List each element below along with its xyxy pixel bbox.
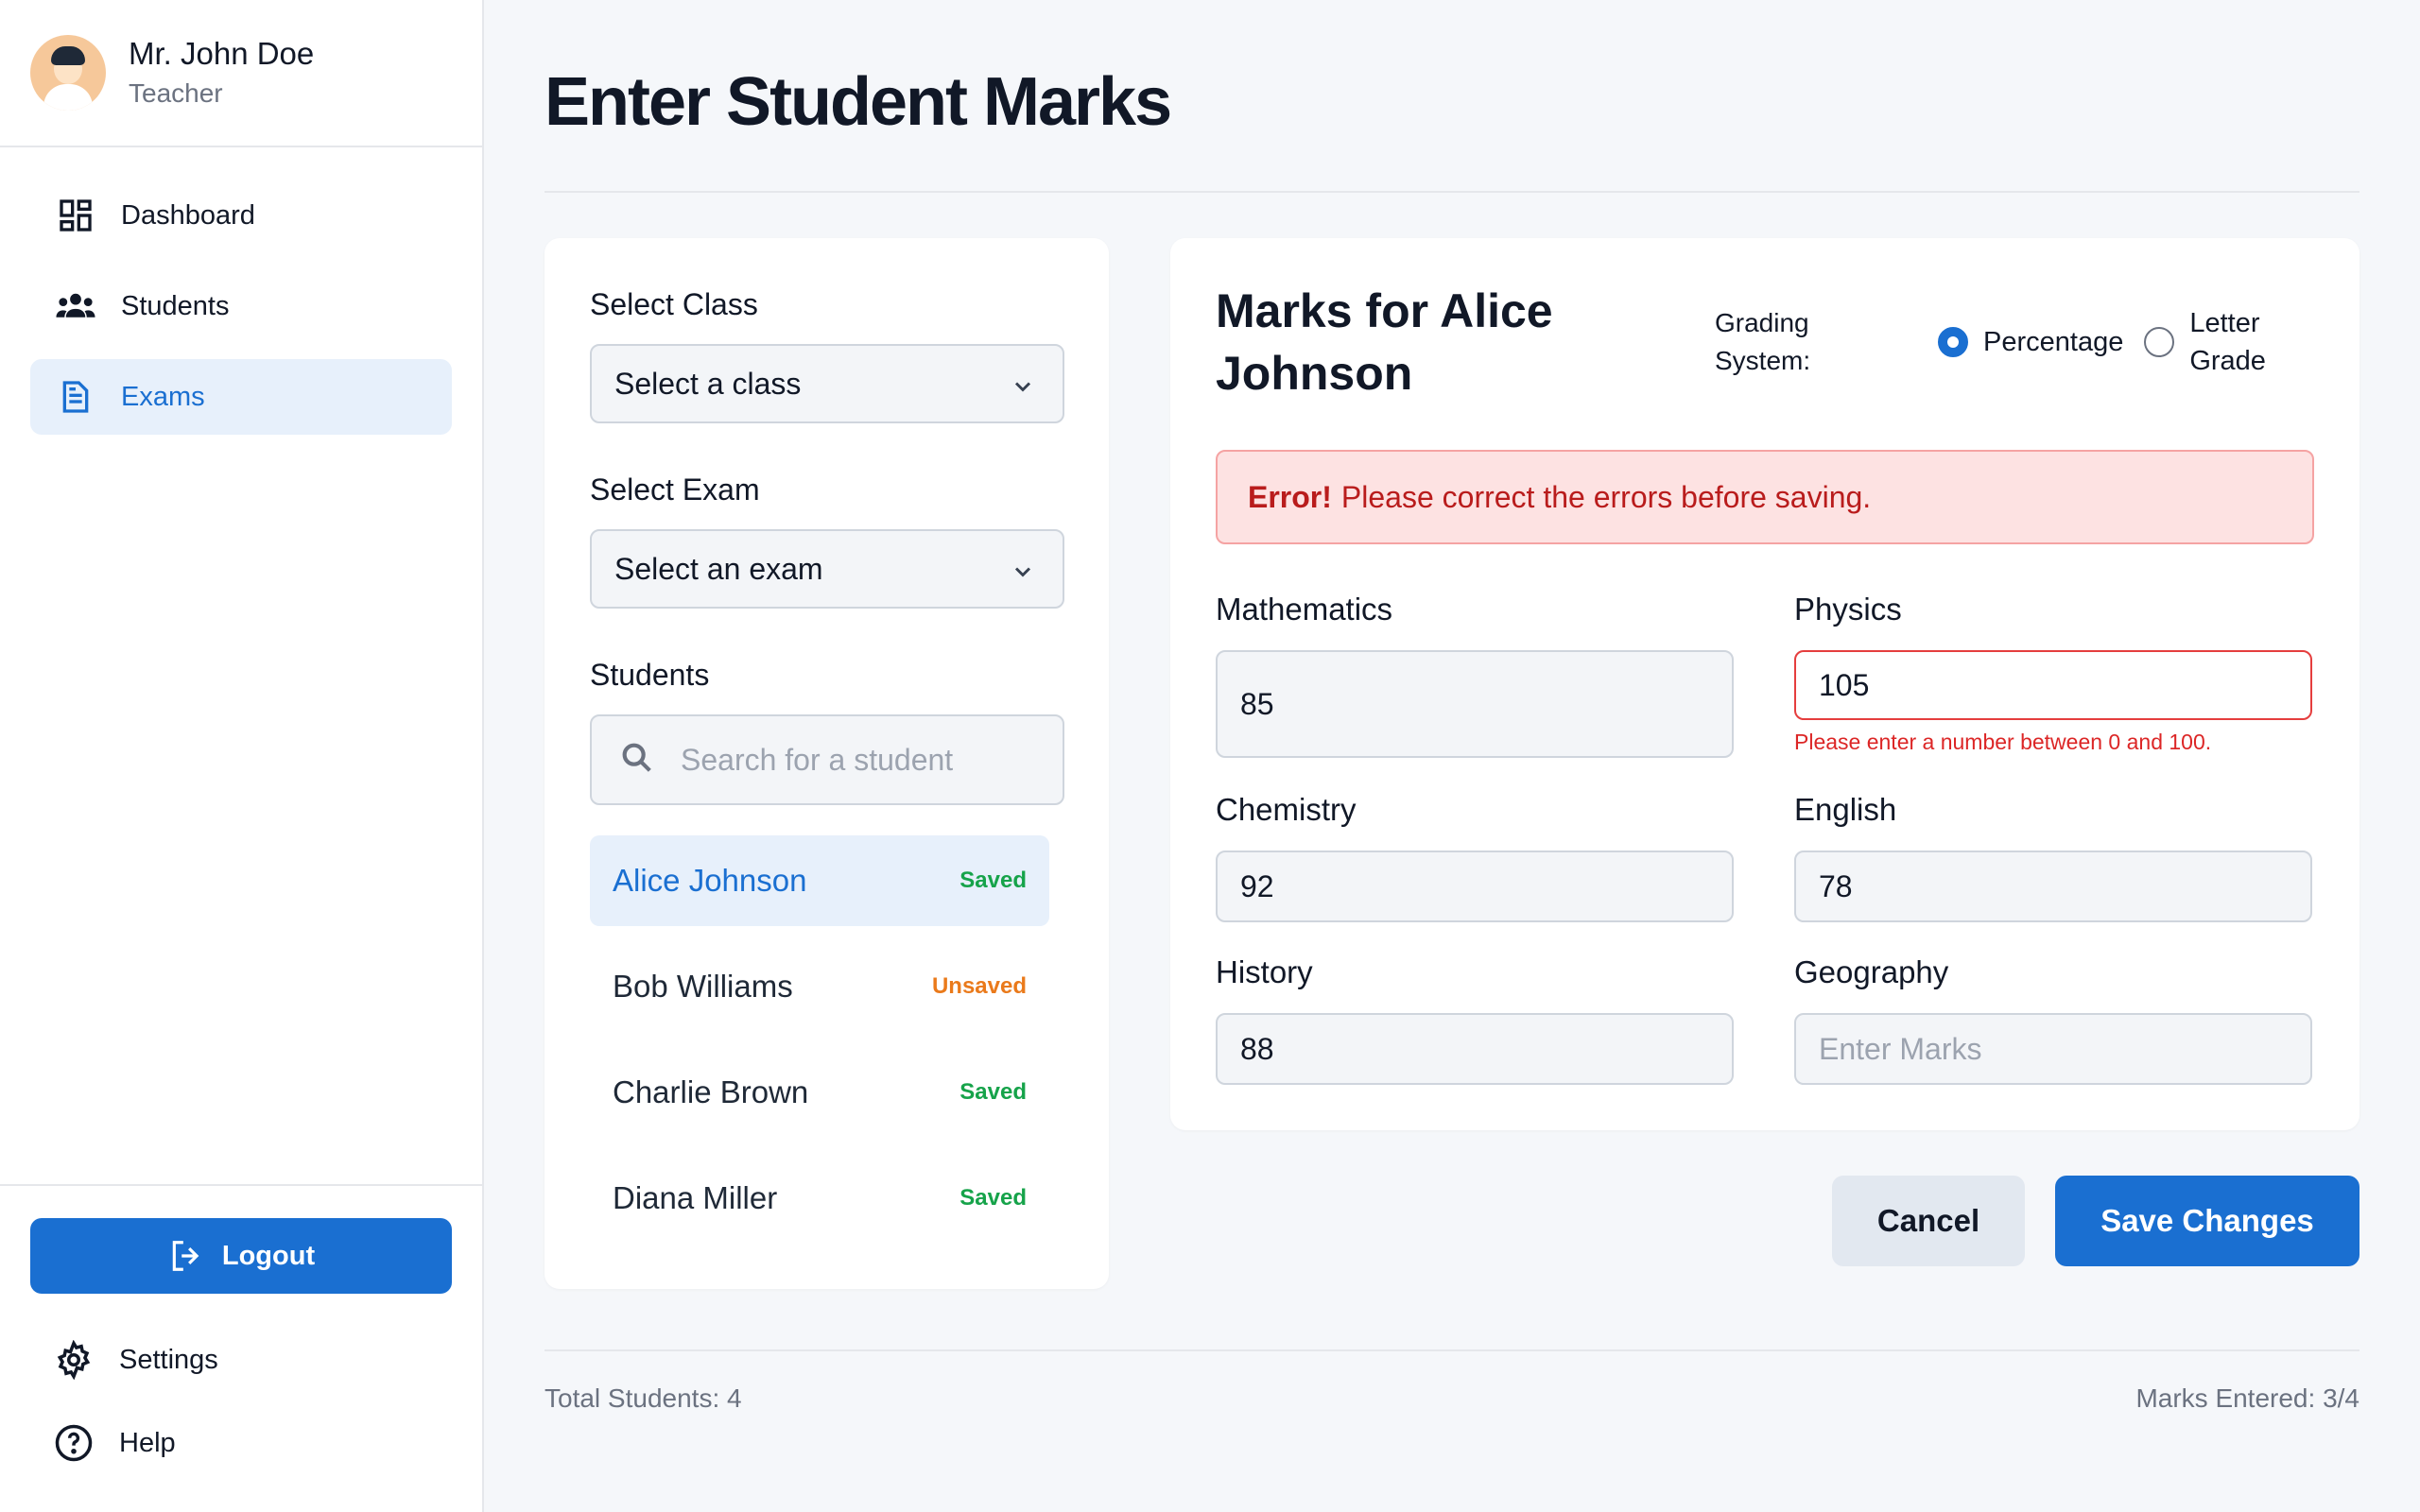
student-row-bob-williams[interactable]: Bob Williams Unsaved [590, 941, 1049, 1032]
class-select-value: Select a class [614, 366, 802, 401]
history-input[interactable] [1216, 1013, 1734, 1085]
students-icon [55, 285, 96, 327]
error-message: Please correct the errors before saving. [1340, 479, 1872, 514]
logout-label: Logout [221, 1240, 316, 1271]
physics-input[interactable] [1794, 650, 2312, 720]
student-row-alice-johnson[interactable]: Alice Johnson Saved [590, 835, 1049, 926]
nav-item-dashboard[interactable]: Dashboard [30, 178, 452, 253]
physics-error-message: Please enter a number between 0 and 100. [1794, 730, 2212, 754]
chevron-down-icon [1010, 558, 1036, 593]
student-list: Alice Johnson Saved Bob Williams Unsaved… [590, 835, 1049, 1259]
total-students-count: Total Students: 4 [544, 1383, 742, 1413]
title-divider [544, 191, 2360, 193]
student-search [590, 714, 1064, 805]
nav-label-students: Students [121, 290, 230, 321]
page-title: Enter Student Marks [544, 64, 1172, 140]
gear-icon [53, 1339, 95, 1381]
settings-label: Settings [119, 1344, 218, 1375]
user-role: Teacher [129, 78, 223, 108]
sidebar: Mr. John Doe Teacher Dashboard Students … [0, 0, 484, 1512]
search-input[interactable] [681, 742, 1059, 778]
search-icon [618, 739, 656, 782]
nav-item-students[interactable]: Students [30, 268, 452, 344]
cancel-button[interactable]: Cancel [1832, 1176, 2025, 1266]
document-icon [55, 376, 96, 418]
student-name: Alice Johnson [613, 863, 807, 898]
error-alert: Error! Please correct the errors before … [1216, 450, 2314, 544]
english-label: English [1794, 792, 1897, 827]
student-name: Bob Williams [613, 969, 793, 1004]
logout-icon [167, 1237, 205, 1275]
status-badge: Saved [959, 868, 1027, 893]
select-exam-label: Select Exam [590, 472, 760, 507]
student-row-charlie-brown[interactable]: Charlie Brown Saved [590, 1047, 1049, 1138]
select-class-label: Select Class [590, 287, 758, 321]
grading-system-label: Grading System: [1715, 304, 1857, 380]
chemistry-input[interactable] [1216, 850, 1734, 922]
class-select[interactable]: Select a class [590, 344, 1064, 423]
logout-button[interactable]: Logout [30, 1218, 452, 1294]
help-label: Help [119, 1427, 176, 1458]
sidebar-bottom: Logout Settings Help [0, 1184, 482, 1481]
marks-title: Marks for Alice Johnson [1216, 280, 1553, 404]
grading-label-line1: Grading [1715, 308, 1809, 337]
letter-grade-label-line1: Letter [2189, 308, 2260, 338]
physics-label: Physics [1794, 592, 1902, 627]
marks-panel: Marks for Alice Johnson Grading System: … [1170, 238, 2360, 1130]
letter-grade-label: Letter Grade [2189, 304, 2266, 380]
student-name: Diana Miller [613, 1180, 778, 1215]
exam-select-value: Select an exam [614, 551, 823, 586]
percentage-label: Percentage [1983, 327, 2124, 357]
percentage-radio[interactable] [1938, 327, 1968, 357]
student-name: Charlie Brown [613, 1074, 809, 1109]
footer-divider [544, 1349, 2360, 1351]
help-link[interactable]: Help [30, 1405, 452, 1481]
grading-label-line2: System: [1715, 346, 1811, 375]
mathematics-input[interactable] [1216, 650, 1734, 758]
error-strong: Error! [1248, 479, 1332, 514]
main-nav: Dashboard Students Exams [0, 147, 482, 435]
status-badge: Saved [959, 1185, 1027, 1211]
marks-title-line2: Johnson [1216, 347, 1413, 400]
students-label: Students [590, 658, 710, 692]
nav-item-exams[interactable]: Exams [30, 359, 452, 435]
letter-grade-radio[interactable] [2144, 327, 2175, 357]
exam-select[interactable]: Select an exam [590, 529, 1064, 609]
dashboard-icon [55, 195, 96, 236]
marks-entered-count: Marks Entered: 3/4 [2135, 1383, 2360, 1413]
help-icon [53, 1422, 95, 1464]
english-input[interactable] [1794, 850, 2312, 922]
geography-input[interactable] [1794, 1013, 2312, 1085]
geography-label: Geography [1794, 954, 1949, 989]
user-name: Mr. John Doe [129, 36, 315, 71]
grading-system-options: Percentage Letter Grade [1938, 304, 2266, 380]
avatar [30, 35, 106, 111]
chevron-down-icon [1010, 372, 1036, 407]
mathematics-label: Mathematics [1216, 592, 1393, 627]
chemistry-label: Chemistry [1216, 792, 1357, 827]
nav-label-exams: Exams [121, 381, 205, 412]
save-changes-button[interactable]: Save Changes [2055, 1176, 2360, 1266]
letter-grade-label-line2: Grade [2189, 346, 2266, 376]
status-badge: Unsaved [931, 973, 1027, 999]
student-row-diana-miller[interactable]: Diana Miller Saved [590, 1153, 1049, 1244]
history-label: History [1216, 954, 1313, 989]
nav-label-dashboard: Dashboard [121, 199, 255, 231]
status-badge: Saved [959, 1079, 1027, 1105]
student-selector-panel: Select Class Select a class Select Exam … [544, 238, 1109, 1289]
marks-title-line1: Marks for Alice [1216, 284, 1553, 337]
user-profile: Mr. John Doe Teacher [0, 0, 482, 147]
settings-link[interactable]: Settings [30, 1322, 452, 1398]
